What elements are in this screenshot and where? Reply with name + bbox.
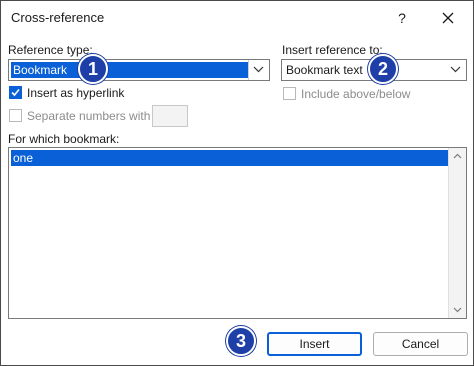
dialog-title: Cross-reference — [11, 10, 105, 25]
checkmark-icon — [11, 88, 20, 97]
cross-reference-dialog: Cross-reference ? Reference type: Bookma… — [0, 0, 474, 366]
insert-button[interactable]: Insert — [267, 332, 362, 356]
callout-badge-1: 1 — [78, 54, 108, 84]
chevron-down-icon — [446, 60, 466, 80]
include-above-below-checkbox[interactable] — [283, 87, 296, 100]
close-button[interactable] — [437, 7, 459, 29]
close-icon — [442, 12, 454, 24]
separate-numbers-input[interactable] — [152, 105, 188, 127]
reference-type-dropdown[interactable]: Bookmark — [8, 59, 270, 81]
vertical-scrollbar[interactable] — [448, 148, 466, 318]
scroll-down-icon[interactable] — [453, 307, 462, 313]
insert-reference-to-value: Bookmark text — [286, 63, 363, 77]
insert-as-hyperlink-label: Insert as hyperlink — [27, 86, 125, 100]
scroll-up-icon[interactable] — [453, 153, 462, 159]
separate-numbers-label: Separate numbers with — [27, 109, 151, 123]
insert-reference-to-label: Insert reference to: — [282, 43, 383, 57]
chevron-down-icon — [248, 60, 269, 80]
callout-badge-2: 2 — [368, 54, 398, 84]
list-item[interactable]: one — [11, 150, 449, 166]
include-above-below-label: Include above/below — [301, 87, 411, 101]
for-which-bookmark-label: For which bookmark: — [8, 132, 120, 146]
callout-badge-3: 3 — [226, 326, 256, 356]
insert-as-hyperlink-checkbox[interactable] — [9, 86, 22, 99]
reference-type-label: Reference type: — [8, 43, 93, 57]
separate-numbers-checkbox[interactable] — [9, 109, 22, 122]
bookmark-list[interactable]: one — [8, 147, 467, 319]
title-bar: Cross-reference ? — [1, 1, 473, 35]
help-button[interactable]: ? — [391, 7, 413, 29]
reference-type-value: Bookmark — [11, 62, 249, 78]
cancel-button[interactable]: Cancel — [373, 332, 468, 356]
